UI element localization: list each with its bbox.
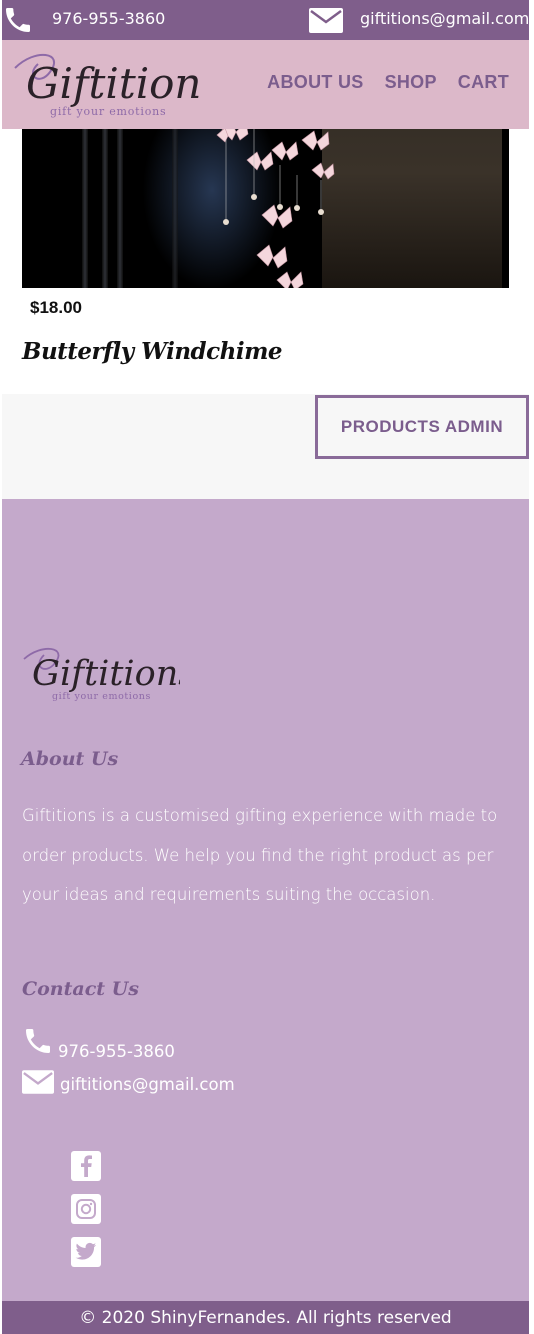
topbar-email[interactable]: giftitions@gmail.com: [360, 9, 529, 28]
site-header: Giftitions gift your emotions ABOUT US S…: [2, 40, 529, 129]
nav-shop[interactable]: SHOP: [385, 72, 437, 93]
phone-icon: [2, 4, 34, 40]
product-price: $18.00: [30, 298, 82, 317]
copyright-bar: © 2020 ShinyFernandes. All rights reserv…: [2, 1301, 529, 1334]
instagram-icon[interactable]: [71, 1194, 101, 1224]
page: $18.00 Butterfly Windchime PRODUCTS ADMI…: [2, 0, 529, 1334]
site-footer: Giftitions gift your emotions About Us G…: [2, 499, 529, 1301]
facebook-icon[interactable]: [71, 1151, 101, 1181]
products-admin-button[interactable]: PRODUCTS ADMIN: [315, 395, 529, 459]
mail-icon: [22, 1069, 54, 1099]
nav-about-us[interactable]: ABOUT US: [267, 72, 363, 93]
footer-email-text: giftitions@gmail.com: [60, 1074, 235, 1094]
contact-topbar: 976-955-3860 giftitions@gmail.com: [2, 0, 529, 40]
topbar-phone[interactable]: 976-955-3860: [52, 9, 165, 28]
nav-cart[interactable]: CART: [458, 72, 509, 93]
mail-icon: [309, 8, 343, 37]
footer-phone[interactable]: 976-955-3860: [22, 1025, 175, 1061]
twitter-icon[interactable]: [71, 1237, 101, 1267]
footer-logo-wordmark: Giftitions: [32, 654, 180, 694]
logo-tagline: gift your emotions: [50, 105, 166, 118]
right-edge: [529, 0, 534, 1334]
footer-logo[interactable]: Giftitions gift your emotions: [20, 641, 196, 707]
phone-icon: [22, 1025, 54, 1061]
footer-email[interactable]: giftitions@gmail.com: [22, 1069, 235, 1099]
footer-logo-tagline: gift your emotions: [52, 691, 151, 702]
site-logo[interactable]: Giftitions gift your emotions: [10, 46, 223, 124]
about-text: Giftitions is a customised gifting exper…: [22, 806, 498, 904]
about-heading: About Us: [21, 748, 119, 770]
logo-wordmark: Giftitions: [26, 59, 202, 108]
product-title[interactable]: Butterfly Windchime: [22, 338, 283, 365]
main-nav: ABOUT US SHOP CART: [267, 72, 509, 93]
copyright-text: © 2020 ShinyFernandes. All rights reserv…: [79, 1307, 452, 1328]
footer-phone-text: 976-955-3860: [58, 1042, 175, 1061]
contact-heading: Contact Us: [22, 978, 139, 1000]
